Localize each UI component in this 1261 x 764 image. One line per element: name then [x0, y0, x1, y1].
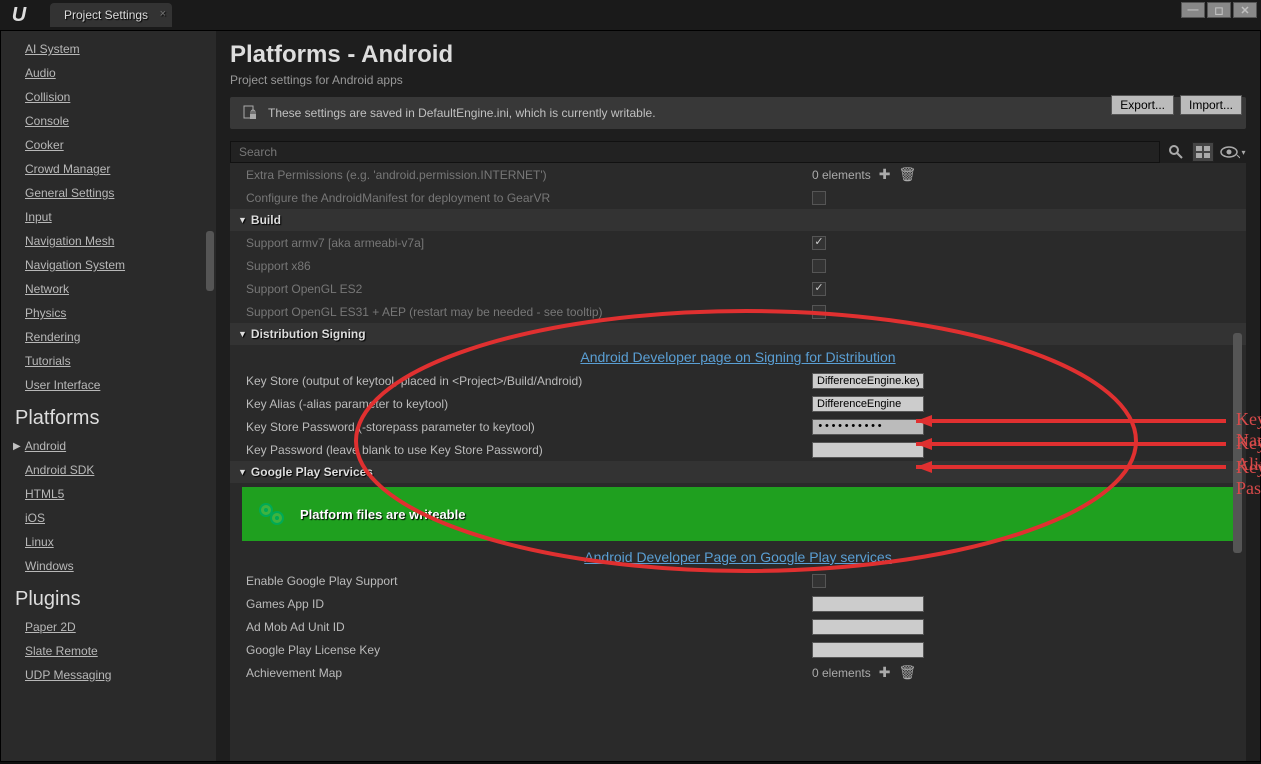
title-bar: U Project Settings × — ◻ ✕	[0, 0, 1261, 30]
sidebar-item[interactable]: Network	[25, 277, 216, 301]
grid-view-icon[interactable]	[1192, 142, 1214, 162]
banner-text: Platform files are writeable	[300, 507, 465, 522]
add-icon[interactable]: ✚	[879, 664, 891, 681]
sidebar-item[interactable]: Linux	[25, 530, 216, 554]
keystore-input[interactable]	[812, 373, 924, 389]
sidebar-item[interactable]: Windows	[25, 554, 216, 578]
scrollbar-thumb[interactable]	[206, 231, 214, 291]
sidebar-item[interactable]: Input	[25, 205, 216, 229]
scrollbar-thumb[interactable]	[1233, 333, 1242, 553]
keyalias-input[interactable]	[812, 396, 924, 412]
sidebar-item[interactable]: Navigation System	[25, 253, 216, 277]
sidebar-item[interactable]: iOS	[25, 506, 216, 530]
settings-area: Extra Permissions (e.g. 'android.permiss…	[230, 163, 1246, 761]
license-input[interactable]	[812, 642, 924, 658]
section-distribution-signing[interactable]: ▼Distribution Signing	[230, 323, 1246, 345]
sidebar-item[interactable]: Tutorials	[25, 349, 216, 373]
setting-label: Key Store Password (-storepass parameter…	[246, 420, 812, 434]
setting-label: Ad Mob Ad Unit ID	[246, 620, 812, 634]
sidebar-section-platforms: Platforms	[15, 397, 216, 434]
setting-label: Configure the AndroidManifest for deploy…	[246, 191, 812, 205]
active-arrow-icon: ▶	[13, 441, 21, 452]
sidebar-item[interactable]: Physics	[25, 301, 216, 325]
tab-strip: Project Settings ×	[50, 3, 172, 27]
link-android-signing[interactable]: Android Developer page on Signing for Di…	[580, 349, 895, 365]
trash-icon[interactable]: 🗑	[898, 166, 916, 183]
setting-label: Achievement Map	[246, 666, 812, 680]
page-subtitle: Project settings for Android apps	[230, 73, 1246, 87]
collapse-icon: ▼	[238, 467, 247, 477]
close-button[interactable]: ✕	[1233, 2, 1257, 18]
setting-label: Key Store (output of keytool, placed in …	[246, 374, 812, 388]
section-google-play[interactable]: ▼Google Play Services	[230, 461, 1246, 483]
close-icon[interactable]: ×	[160, 8, 166, 20]
setting-label: Key Alias (-alias parameter to keytool)	[246, 397, 812, 411]
admob-input[interactable]	[812, 619, 924, 635]
section-build[interactable]: ▼Build	[230, 209, 1246, 231]
setting-label: Games App ID	[246, 597, 812, 611]
writable-banner: Platform files are writeable	[242, 487, 1234, 541]
ue-logo-icon: U	[0, 0, 30, 30]
checkbox[interactable]	[812, 282, 826, 296]
info-bar: These settings are saved in DefaultEngin…	[230, 97, 1246, 129]
collapse-icon: ▼	[238, 329, 247, 339]
setting-label: Support armv7 [aka armeabi-v7a]	[246, 236, 812, 250]
sidebar-item[interactable]: User Interface	[25, 373, 216, 397]
checkbox[interactable]	[812, 574, 826, 588]
setting-label: Support OpenGL ES2	[246, 282, 812, 296]
gears-icon	[258, 501, 286, 527]
sidebar-item[interactable]: Rendering	[25, 325, 216, 349]
checkbox[interactable]	[812, 191, 826, 205]
sidebar: AI System Audio Collision Console Cooker…	[1, 31, 216, 761]
trash-icon[interactable]: 🗑	[898, 664, 916, 681]
setting-label: Extra Permissions (e.g. 'android.permiss…	[246, 168, 812, 182]
minimize-button[interactable]: —	[1181, 2, 1205, 18]
page-title: Platforms - Android	[230, 41, 1246, 69]
sidebar-item[interactable]: Paper 2D	[25, 615, 216, 639]
setting-label: Support OpenGL ES31 + AEP (restart may b…	[246, 305, 812, 319]
sidebar-item[interactable]: General Settings	[25, 181, 216, 205]
array-count: 0 elements	[812, 666, 871, 680]
maximize-button[interactable]: ◻	[1207, 2, 1231, 18]
checkbox[interactable]	[812, 236, 826, 250]
sidebar-item-android[interactable]: Android	[25, 434, 66, 458]
gamesappid-input[interactable]	[812, 596, 924, 612]
setting-label: Support x86	[246, 259, 812, 273]
sidebar-item[interactable]: AI System	[25, 37, 216, 61]
sidebar-item[interactable]: Audio	[25, 61, 216, 85]
checkbox[interactable]	[812, 305, 826, 319]
info-text: These settings are saved in DefaultEngin…	[268, 106, 656, 120]
sidebar-item[interactable]: UDP Messaging	[25, 663, 216, 687]
sidebar-item[interactable]: Collision	[25, 85, 216, 109]
tab-label: Project Settings	[64, 8, 148, 22]
sidebar-item[interactable]: Android SDK	[25, 458, 216, 482]
tab-project-settings[interactable]: Project Settings ×	[50, 3, 172, 27]
setting-label: Enable Google Play Support	[246, 574, 812, 588]
sidebar-item[interactable]: Navigation Mesh	[25, 229, 216, 253]
add-icon[interactable]: ✚	[879, 166, 891, 183]
link-google-play[interactable]: Android Developer Page on Google Play se…	[584, 549, 891, 565]
setting-label: Google Play License Key	[246, 643, 812, 657]
search-row: Search ▾	[230, 141, 1246, 163]
setting-label: Key Password (leave blank to use Key Sto…	[246, 443, 812, 457]
sidebar-item[interactable]: HTML5	[25, 482, 216, 506]
sidebar-item[interactable]: Console	[25, 109, 216, 133]
export-button[interactable]: Export...	[1111, 95, 1174, 115]
import-button[interactable]: Import...	[1180, 95, 1242, 115]
array-count: 0 elements	[812, 168, 871, 182]
checkbox[interactable]	[812, 259, 826, 273]
window-controls: — ◻ ✕	[1181, 2, 1257, 18]
file-lock-icon	[242, 105, 258, 121]
keystorepass-input[interactable]	[812, 419, 924, 435]
sidebar-item[interactable]: Cooker	[25, 133, 216, 157]
main-panel: Platforms - Android Project settings for…	[216, 31, 1260, 761]
search-input[interactable]: Search	[230, 141, 1160, 163]
collapse-icon: ▼	[238, 215, 247, 225]
search-icon[interactable]	[1166, 142, 1186, 162]
keypass-input[interactable]	[812, 442, 924, 458]
sidebar-item[interactable]: Crowd Manager	[25, 157, 216, 181]
sidebar-item[interactable]: Slate Remote	[25, 639, 216, 663]
eye-icon[interactable]: ▾	[1220, 142, 1246, 162]
sidebar-section-plugins: Plugins	[15, 578, 216, 615]
